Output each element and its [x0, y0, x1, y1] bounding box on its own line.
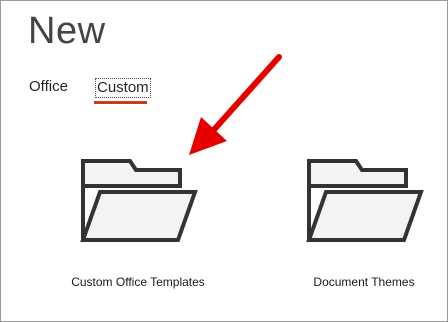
folder-label: Document Themes	[313, 275, 415, 289]
selected-tab-indicator	[94, 101, 147, 104]
page-title: New	[28, 10, 106, 52]
folder-custom-office-templates[interactable]: Custom Office Templates	[48, 151, 228, 301]
folder-open-icon	[80, 159, 198, 242]
folder-open-icon	[306, 159, 424, 242]
backstage-new-panel: New Office Custom Custom Office Template…	[0, 0, 448, 322]
tab-office[interactable]: Office	[29, 77, 68, 97]
folder-label: Custom Office Templates	[71, 275, 205, 289]
red-arrow-annotation	[189, 54, 282, 155]
tab-custom[interactable]: Custom	[95, 78, 151, 98]
folder-document-themes[interactable]: Document Themes	[274, 151, 448, 301]
